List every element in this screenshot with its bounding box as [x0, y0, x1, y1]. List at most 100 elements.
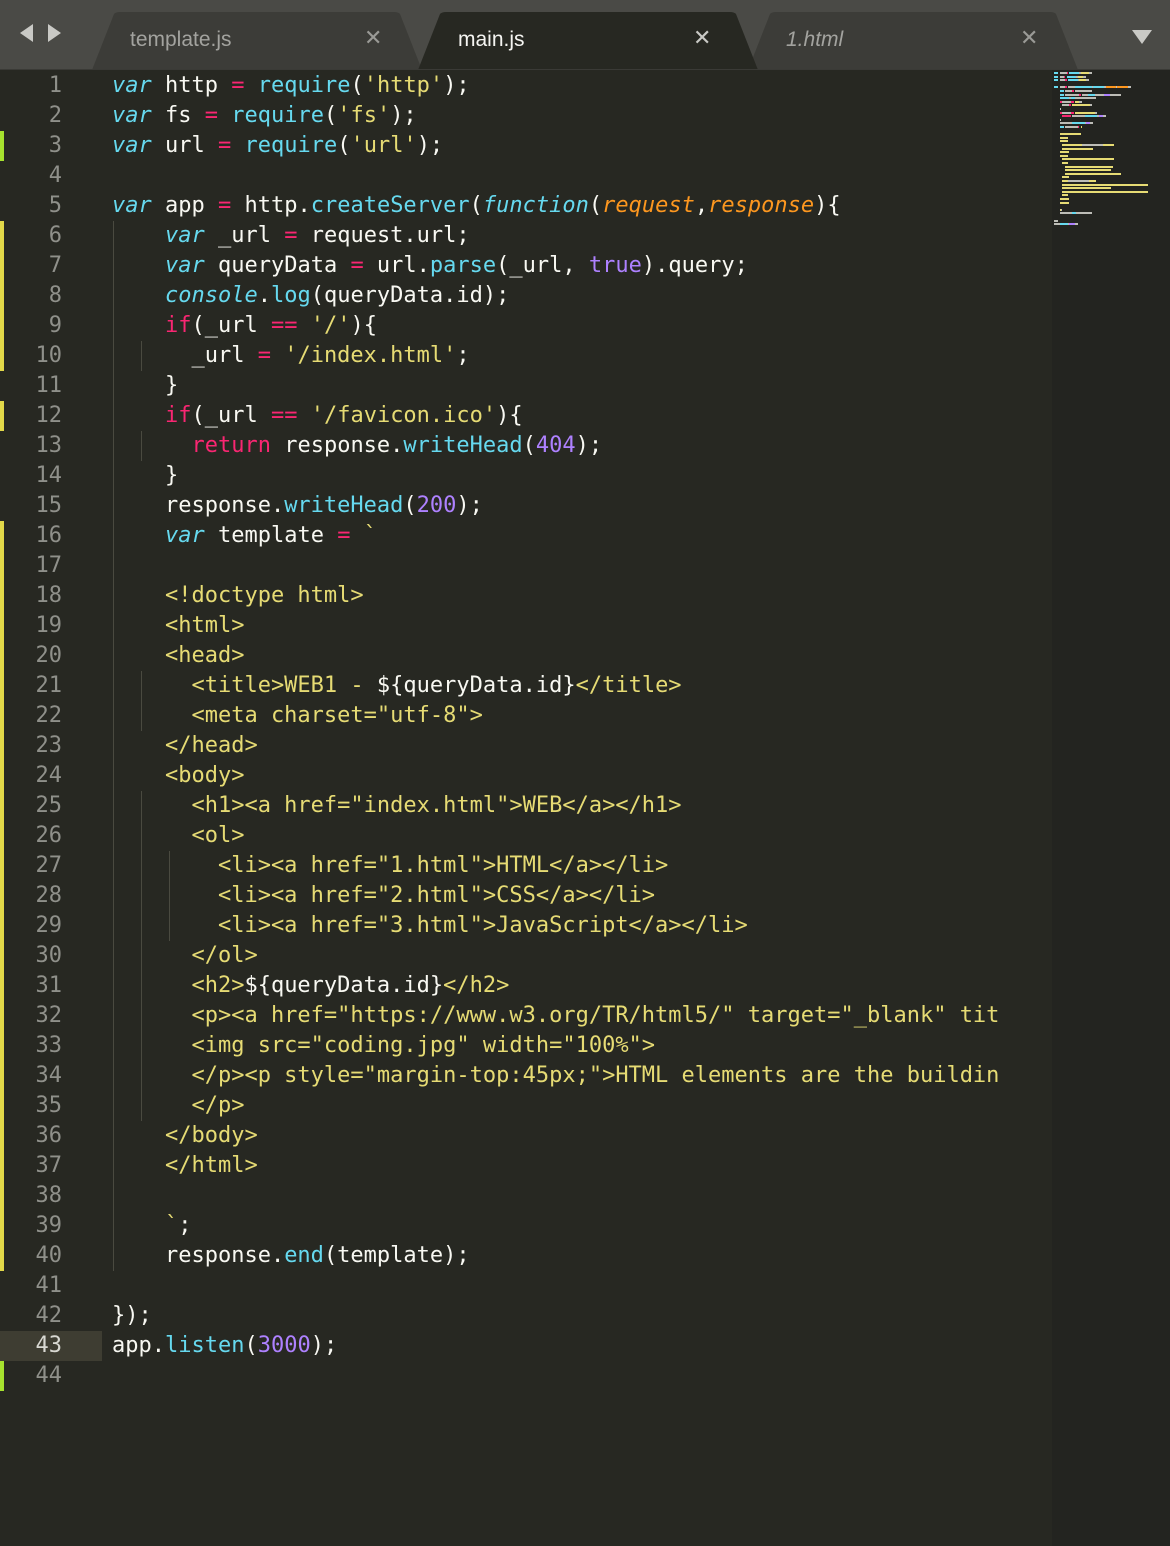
- code-line[interactable]: <h2>${queryData.id}</h2>: [112, 971, 509, 1001]
- git-modified-marker: [0, 971, 4, 1001]
- close-icon[interactable]: ✕: [693, 26, 711, 51]
- code-line[interactable]: <html>: [112, 611, 244, 641]
- minimap-token: [1128, 86, 1131, 89]
- code-line[interactable]: </ol>: [112, 941, 257, 971]
- code-line[interactable]: <meta charset="utf-8">: [112, 701, 483, 731]
- code-token: var: [164, 223, 205, 248]
- code-line[interactable]: console.log(queryData.id);: [112, 281, 509, 311]
- tab-1-html[interactable]: 1.html ✕: [748, 12, 1078, 70]
- code-line[interactable]: </body>: [112, 1121, 258, 1151]
- minimap-token: [1059, 108, 1061, 110]
- code-line[interactable]: _url = '/index.html';: [112, 341, 469, 371]
- code-line[interactable]: <title>WEB1 - ${queryData.id}</title>: [112, 671, 682, 701]
- line-number: 1: [48, 73, 62, 98]
- line-number: 15: [35, 493, 63, 518]
- code-token: response: [708, 193, 815, 218]
- minimap-token: [1075, 97, 1096, 100]
- code-line[interactable]: <h1><a href="index.html">WEB</a></h1>: [112, 791, 681, 821]
- tab-list-dropdown-icon[interactable]: [1132, 30, 1152, 44]
- tab-nav-back-icon[interactable]: [20, 24, 33, 42]
- code-token: =: [257, 343, 271, 368]
- minimap-token: [1094, 93, 1105, 96]
- code-line[interactable]: <head>: [112, 641, 244, 671]
- code-line[interactable]: <li><a href="1.html">HTML</a></li>: [112, 851, 668, 881]
- code-token: (: [244, 1333, 258, 1358]
- code-line[interactable]: <p><a href="https://www.w3.org/TR/html5/…: [112, 1001, 999, 1031]
- code-line[interactable]: return response.writeHead(404);: [112, 431, 602, 461]
- minimap-token: [1059, 126, 1064, 128]
- code-token: 'fs': [337, 103, 391, 128]
- minimap-token: [1080, 126, 1082, 128]
- minimap-token: [1075, 223, 1078, 226]
- code-token: </title>: [575, 673, 682, 698]
- tab-nav-forward-icon[interactable]: [48, 24, 61, 42]
- code-line[interactable]: }: [112, 371, 178, 401]
- code-line[interactable]: response.writeHead(200);: [112, 491, 483, 521]
- code-line[interactable]: var queryData = url.parse(_url, true).qu…: [112, 251, 748, 281]
- code-line[interactable]: var fs = require('fs');: [112, 101, 417, 131]
- line-number: 13: [35, 433, 63, 458]
- line-number: 20: [35, 643, 63, 668]
- close-icon[interactable]: ✕: [1020, 26, 1038, 51]
- code-line[interactable]: response.end(template);: [112, 1241, 470, 1271]
- line-number: 4: [48, 163, 62, 188]
- code-line[interactable]: <li><a href="2.html">CSS</a></li>: [112, 881, 655, 911]
- minimap-token: [1059, 154, 1068, 157]
- line-number: 32: [35, 1003, 63, 1028]
- tab-main-js[interactable]: main.js ✕: [418, 12, 758, 70]
- git-modified-marker: [0, 341, 4, 371]
- code-line[interactable]: if(_url == '/'){: [112, 311, 377, 341]
- code-line[interactable]: }: [112, 461, 178, 491]
- line-number: 22: [35, 703, 63, 728]
- code-line[interactable]: <!doctype html>: [112, 581, 364, 611]
- line-number: 44: [35, 1363, 63, 1388]
- code-area[interactable]: var http = require('http'); var fs = requ…: [112, 70, 1052, 1546]
- code-line[interactable]: <body>: [112, 761, 244, 791]
- minimap[interactable]: [1052, 70, 1170, 1546]
- code-line[interactable]: if(_url == '/favicon.ico'){: [112, 401, 523, 431]
- code-token: 404: [535, 433, 576, 458]
- code-line[interactable]: var http = require('http');: [112, 71, 470, 101]
- minimap-token: [1054, 72, 1059, 74]
- code-line[interactable]: `;: [112, 1211, 192, 1241]
- code-line[interactable]: var url = require('url');: [112, 131, 443, 161]
- code-token: <meta charset="utf-8">: [112, 703, 483, 728]
- line-number: 30: [35, 943, 63, 968]
- code-token: }: [112, 463, 179, 488]
- close-icon[interactable]: ✕: [364, 26, 382, 51]
- code-line[interactable]: });: [112, 1301, 152, 1331]
- code-token: </h2>: [443, 973, 510, 998]
- minimap-token: [1059, 151, 1070, 154]
- code-line[interactable]: var template = `: [112, 521, 377, 551]
- tab-template-js[interactable]: template.js ✕: [92, 12, 422, 70]
- code-token: response.: [112, 1243, 285, 1268]
- line-number: 11: [35, 373, 63, 398]
- git-modified-marker: [0, 731, 4, 761]
- code-token: var: [112, 133, 152, 158]
- code-line[interactable]: </p>: [112, 1091, 244, 1121]
- code-token: );: [575, 433, 603, 458]
- line-number: 31: [35, 973, 63, 998]
- code-token: <h2>: [112, 973, 245, 998]
- minimap-token: [1062, 115, 1071, 118]
- code-line[interactable]: <img src="coding.jpg" width="100%">: [112, 1031, 655, 1061]
- code-token: ){: [814, 193, 841, 218]
- code-token: );: [443, 73, 470, 98]
- editor[interactable]: 1 2 3 4 5 6 7 8 9 10 11 12 13 14 15 16 17 18 19 20 21 22 23 24 2…: [0, 70, 1052, 1546]
- code-token: );: [416, 133, 444, 158]
- code-line[interactable]: </p><p style="margin-top:45px;">HTML ele…: [112, 1061, 999, 1091]
- code-line[interactable]: var _url = request.url;: [112, 221, 470, 251]
- code-line[interactable]: <ol>: [112, 821, 244, 851]
- code-line[interactable]: app.listen(3000);: [112, 1331, 337, 1361]
- code-line[interactable]: </html>: [112, 1151, 258, 1181]
- code-line[interactable]: var app = http.createServer(function(req…: [112, 191, 841, 221]
- line-number: 10: [35, 343, 63, 368]
- code-line[interactable]: <li><a href="3.html">JavaScript</a></li>: [112, 911, 748, 941]
- minimap-token: [1066, 72, 1068, 74]
- code-token: (template);: [323, 1243, 470, 1268]
- code-line[interactable]: </head>: [112, 731, 258, 761]
